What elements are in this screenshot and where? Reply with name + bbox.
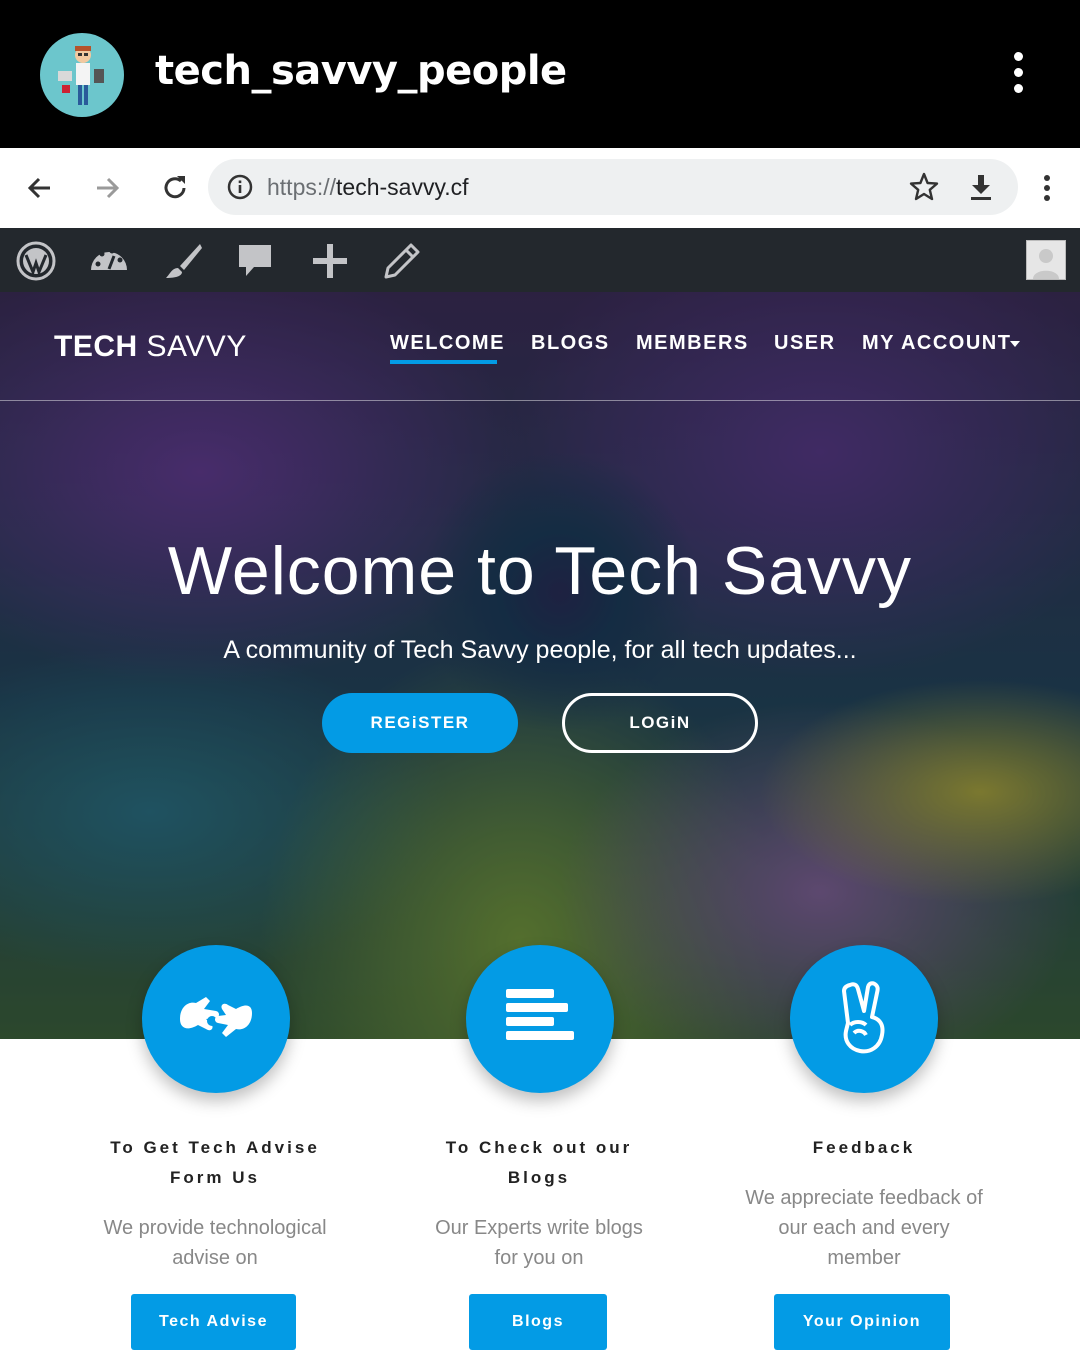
- menu-item-blogs[interactable]: BLOGS: [531, 332, 610, 355]
- feature-desc-line: for you on: [494, 1247, 584, 1269]
- feature-desc-line: our each and every: [778, 1217, 950, 1239]
- menu-item-my-account[interactable]: MY ACCOUNT: [862, 332, 1011, 355]
- feature-title-line: To Check out our: [445, 1138, 633, 1157]
- your-opinion-button[interactable]: Your Opinion: [774, 1294, 950, 1350]
- feature-desc-blogs: Our Experts write blogs for you on: [389, 1213, 689, 1273]
- forward-arrow-icon[interactable]: [89, 170, 125, 206]
- feature-desc-advise: We provide technological advise on: [65, 1213, 365, 1273]
- login-button[interactable]: LOGiN: [562, 693, 758, 753]
- chevron-down-icon[interactable]: [1010, 341, 1020, 347]
- site-brand[interactable]: TECH SAVVY: [54, 330, 247, 364]
- active-menu-indicator: [390, 360, 497, 364]
- menu-item-user[interactable]: USER: [774, 332, 836, 355]
- feature-title-feedback: Feedback: [714, 1133, 1014, 1163]
- feature-title-line: Blogs: [507, 1168, 571, 1187]
- feature-desc-line: member: [827, 1247, 901, 1269]
- wordpress-logo-icon[interactable]: [15, 240, 57, 282]
- profile-username[interactable]: tech_savvy_people: [155, 48, 567, 94]
- new-content-plus-icon[interactable]: [309, 240, 351, 282]
- dashboard-gauge-icon[interactable]: [88, 240, 130, 282]
- feature-desc-line: Our Experts write blogs: [435, 1217, 643, 1239]
- menu-item-members[interactable]: MEMBERS: [636, 332, 749, 355]
- brand-light: SAVVY: [137, 330, 247, 363]
- back-arrow-icon[interactable]: [22, 170, 58, 206]
- customize-brush-icon[interactable]: [162, 240, 204, 282]
- blogs-button[interactable]: Blogs: [469, 1294, 607, 1350]
- sign-language-icon: [180, 997, 252, 1037]
- align-left-icon: [506, 989, 574, 1040]
- browser-toolbar: https://tech-savvy.cf: [0, 148, 1080, 228]
- instagram-header: tech_savvy_people: [0, 0, 1080, 148]
- hero-title: Welcome to Tech Savvy: [167, 533, 913, 609]
- address-bar[interactable]: https://tech-savvy.cf: [208, 159, 1018, 215]
- reload-icon[interactable]: [157, 170, 193, 206]
- comments-bubble-icon[interactable]: [234, 240, 276, 282]
- url-text[interactable]: https://tech-savvy.cf: [267, 174, 469, 201]
- feature-title-line: To Get Tech Advise: [110, 1138, 320, 1157]
- more-options-icon[interactable]: [1005, 52, 1031, 100]
- feature-icon-circle-blogs: [466, 945, 614, 1093]
- peace-hand-icon: [842, 981, 885, 1054]
- register-button[interactable]: REGiSTER: [322, 693, 518, 753]
- edit-pencil-icon[interactable]: [381, 240, 423, 282]
- feature-title-advise: To Get Tech Advise Form Us: [65, 1133, 365, 1193]
- feature-title-blogs: To Check out our Blogs: [389, 1133, 689, 1193]
- feature-icon-circle-feedback: [790, 945, 938, 1093]
- feature-icon-circle-advise: [142, 945, 290, 1093]
- wp-admin-bar: [0, 228, 1080, 292]
- brand-bold: TECH: [54, 330, 138, 363]
- feature-desc-line: We provide technological: [103, 1217, 327, 1239]
- site-info-icon[interactable]: [226, 173, 254, 201]
- user-avatar[interactable]: [1026, 240, 1066, 280]
- user-silhouette-icon: [1033, 249, 1059, 279]
- menu-item-welcome[interactable]: WELCOME: [390, 332, 505, 355]
- feature-desc-feedback: We appreciate feedback of our each and e…: [714, 1183, 1014, 1273]
- url-host: tech-savvy.cf: [336, 174, 469, 200]
- browser-menu-icon[interactable]: [1040, 175, 1054, 205]
- feature-desc-line: advise on: [172, 1247, 258, 1269]
- header-divider: [0, 400, 1080, 401]
- bookmark-star-icon[interactable]: [908, 171, 940, 203]
- hero-section: TECH SAVVY WELCOME BLOGS MEMBERS USER MY…: [0, 292, 1080, 1039]
- url-protocol: https://: [267, 174, 337, 200]
- hero-subtitle: A community of Tech Savvy people, for al…: [223, 636, 857, 664]
- profile-avatar[interactable]: [40, 33, 124, 117]
- feature-title-line: Form Us: [170, 1168, 260, 1187]
- avatar-illustration-icon: [58, 46, 104, 105]
- download-icon[interactable]: [965, 171, 997, 203]
- feature-desc-line: We appreciate feedback of: [745, 1187, 983, 1209]
- feature-title-line: Feedback: [812, 1138, 916, 1157]
- tech-advise-button[interactable]: Tech Advise: [131, 1294, 296, 1350]
